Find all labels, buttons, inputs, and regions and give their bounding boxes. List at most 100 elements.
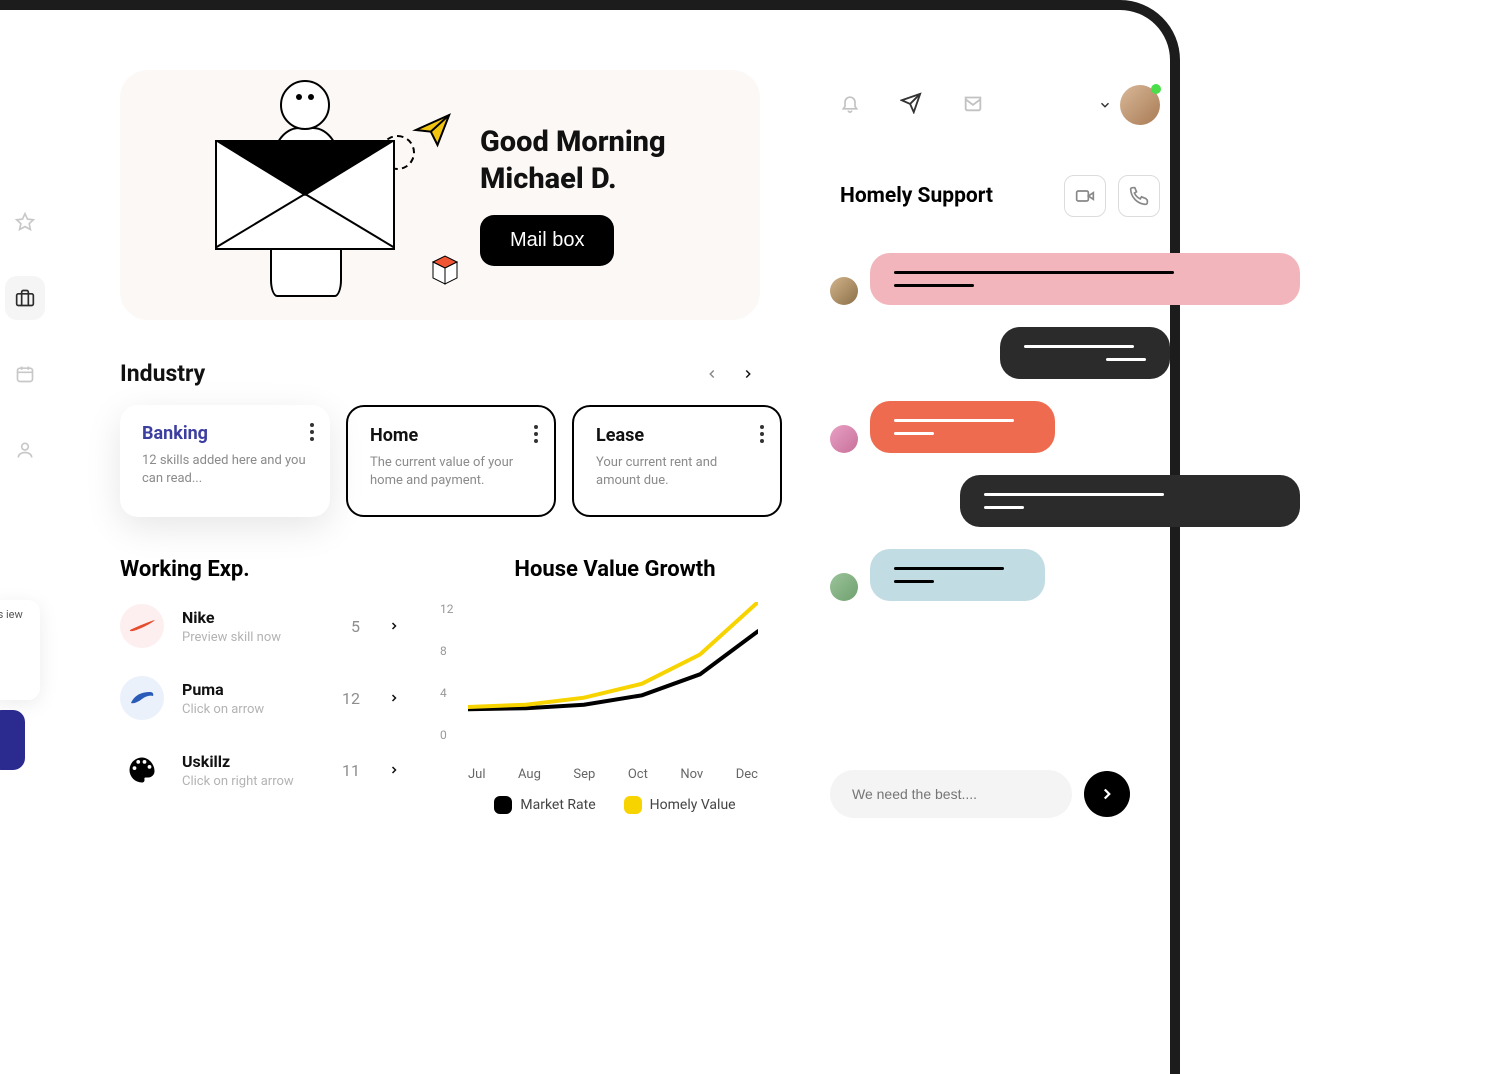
- chat-topbar: [810, 85, 1190, 125]
- chart-legend: Market Rate Homely Value: [440, 796, 790, 814]
- exp-sub: Preview skill now: [182, 630, 333, 645]
- inbox-button[interactable]: [962, 92, 984, 118]
- card-more-button[interactable]: [534, 425, 538, 443]
- mailbox-button[interactable]: Mail box: [480, 215, 614, 266]
- chevron-right-icon: [388, 620, 400, 632]
- exp-count: 12: [342, 689, 360, 708]
- sidebar-item-profile[interactable]: [5, 428, 45, 472]
- exp-count: 5: [351, 617, 360, 636]
- exp-arrow-button[interactable]: [388, 761, 400, 780]
- exp-arrow-button[interactable]: [388, 689, 400, 708]
- legend-market-rate: Market Rate: [494, 796, 595, 814]
- mail-illustration: [160, 85, 440, 305]
- exp-sub: Click on right arrow: [182, 774, 324, 789]
- mail-icon: [962, 92, 984, 114]
- profile-menu[interactable]: [1098, 85, 1160, 125]
- card-title: Home: [370, 425, 532, 446]
- user-icon: [15, 440, 35, 460]
- legend-swatch-black: [494, 796, 512, 814]
- carousel-prev[interactable]: [700, 362, 724, 386]
- uskillz-logo: [120, 748, 164, 792]
- chat-input[interactable]: [830, 770, 1072, 818]
- message-bubble: [870, 549, 1045, 601]
- send-icon: [900, 92, 922, 114]
- video-icon: [1075, 186, 1095, 206]
- chevron-right-icon: [741, 367, 755, 381]
- chat-header: Homely Support: [810, 175, 1190, 217]
- hero-banner: Good Morning Michael D. Mail box: [120, 70, 760, 320]
- phone-icon: [1129, 186, 1149, 206]
- exp-item-puma: Puma Click on arrow 12: [120, 676, 400, 720]
- working-exp: Working Exp. Nike Preview skill now 5: [120, 557, 400, 820]
- device-frame: ’s iew Good Morning Michael D. Mail box: [0, 0, 1180, 1074]
- exp-count: 11: [342, 761, 360, 780]
- card-desc: 12 skills added here and you can read...: [142, 452, 308, 488]
- star-icon: [15, 212, 35, 232]
- sidebar-item-work[interactable]: [5, 276, 45, 320]
- more-vertical-icon: [310, 423, 314, 441]
- exp-item-nike: Nike Preview skill now 5: [120, 604, 400, 648]
- industry-title: Industry: [120, 360, 205, 387]
- status-online-icon: [1151, 84, 1161, 94]
- calendar-icon: [15, 364, 35, 384]
- palette-icon: [127, 755, 157, 785]
- exp-item-uskillz: Uskillz Click on right arrow 11: [120, 748, 400, 792]
- exp-name: Uskillz: [182, 752, 324, 771]
- chevron-right-icon: [388, 692, 400, 704]
- video-call-button[interactable]: [1064, 175, 1106, 217]
- briefcase-icon: [15, 288, 35, 308]
- industry-card-banking[interactable]: Banking 12 skills added here and you can…: [120, 405, 330, 517]
- sidebar: [0, 30, 50, 472]
- avatar: [1120, 85, 1160, 125]
- notifications-button[interactable]: [840, 93, 860, 117]
- chart-title: House Value Growth: [440, 557, 790, 582]
- send-button[interactable]: [900, 92, 922, 118]
- message-bubble: [960, 475, 1300, 527]
- card-more-button[interactable]: [310, 423, 314, 441]
- exp-sub: Click on arrow: [182, 702, 324, 717]
- sidebar-action-button[interactable]: [0, 710, 25, 770]
- exp-arrow-button[interactable]: [388, 617, 400, 636]
- chat-send-button[interactable]: [1084, 771, 1130, 817]
- exp-name: Puma: [182, 680, 324, 699]
- working-title: Working Exp.: [120, 557, 400, 582]
- main-content: Good Morning Michael D. Mail box Industr…: [70, 10, 790, 820]
- message-bubble: [1000, 327, 1170, 379]
- sidebar-item-favorites[interactable]: [5, 200, 45, 244]
- industry-card-home[interactable]: Home The current value of your home and …: [346, 405, 556, 517]
- chevron-right-icon: [1098, 785, 1116, 803]
- card-title: Lease: [596, 425, 758, 446]
- message-row-incoming: [830, 253, 1170, 305]
- chart-y-axis: 12 8 4 0: [440, 602, 454, 742]
- nike-logo: [120, 604, 164, 648]
- chat-panel: Homely Support: [810, 10, 1190, 601]
- legend-swatch-yellow: [624, 796, 642, 814]
- cube-icon: [425, 250, 465, 290]
- exp-name: Nike: [182, 608, 333, 627]
- card-title: Banking: [142, 423, 308, 444]
- chevron-right-icon: [388, 764, 400, 776]
- more-vertical-icon: [760, 425, 764, 443]
- industry-cards: Banking 12 skills added here and you can…: [120, 405, 790, 517]
- sidebar-preview-card: ’s iew: [0, 600, 40, 700]
- card-desc: The current value of your home and payme…: [370, 454, 532, 490]
- carousel-next[interactable]: [736, 362, 760, 386]
- chat-input-row: [830, 770, 1130, 818]
- sidebar-item-calendar[interactable]: [5, 352, 45, 396]
- bell-icon: [840, 93, 860, 113]
- message-bubble: [870, 253, 1300, 305]
- hero-text: Good Morning Michael D. Mail box: [480, 124, 666, 266]
- chart-block: House Value Growth 12 8 4 0 Jul Aug Sep …: [440, 557, 790, 820]
- chat-title: Homely Support: [840, 184, 993, 208]
- industry-card-lease[interactable]: Lease Your current rent and amount due.: [572, 405, 782, 517]
- greeting-line-2: Michael D.: [480, 161, 666, 197]
- nike-icon: [128, 619, 156, 633]
- message-avatar: [830, 425, 858, 453]
- card-more-button[interactable]: [760, 425, 764, 443]
- puma-logo: [120, 676, 164, 720]
- paper-plane-icon: [405, 110, 460, 150]
- more-vertical-icon: [534, 425, 538, 443]
- message-avatar: [830, 277, 858, 305]
- voice-call-button[interactable]: [1118, 175, 1160, 217]
- chart-plot: [468, 602, 758, 742]
